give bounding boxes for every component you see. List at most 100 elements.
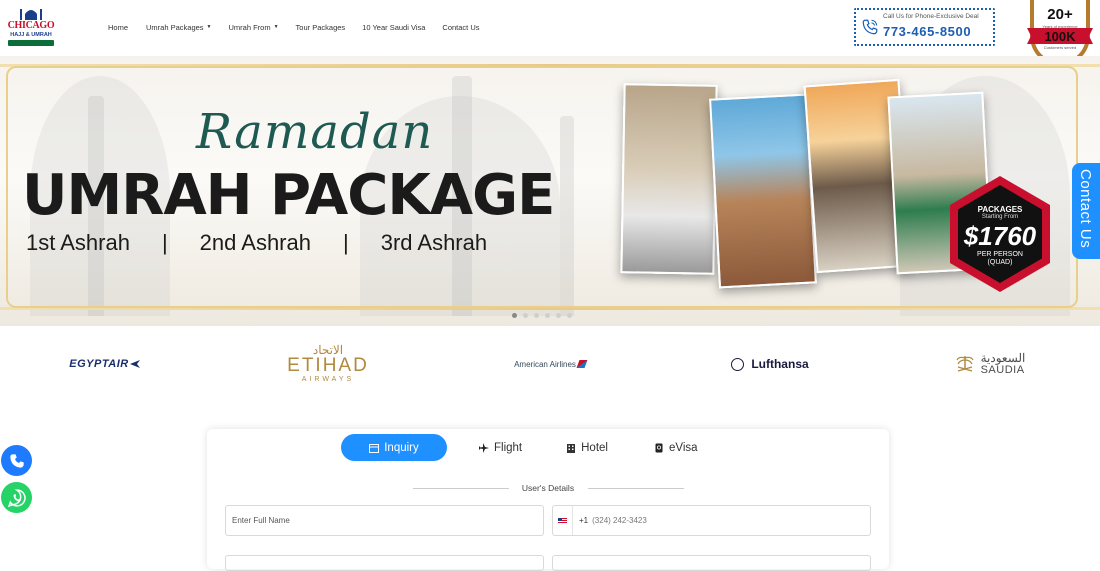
tab-evisa-label: eVisa (668, 441, 698, 454)
passport-icon (655, 443, 663, 452)
full-name-placeholder: Enter Full Name (232, 516, 290, 525)
hero-script-title: Ramadan (196, 104, 434, 160)
phone-cta-text: Call Us for Phone-Exclusive Deal (883, 13, 979, 20)
tab-flight[interactable]: Flight (465, 434, 536, 461)
slider-dot[interactable] (512, 313, 517, 318)
ashrah-separator: | (342, 230, 349, 255)
nav-tour-packages[interactable]: Tour Packages (296, 20, 346, 34)
flight-symbol-icon (576, 360, 588, 368)
ashrah-3: 3rd Ashrah (380, 230, 488, 255)
palm-emblem-icon (956, 356, 974, 372)
price-unit-quad: (QUAD) (987, 259, 1013, 266)
nav-saudi-visa-label: 10 Year Saudi Visa (362, 22, 426, 32)
whatsapp-icon (7, 488, 26, 507)
horus-icon (129, 360, 140, 368)
divider-right (588, 488, 684, 489)
nav-umrah-from-label: Umrah From (228, 22, 271, 32)
ashrah-1: 1st Ashrah (26, 230, 130, 255)
slider-dot[interactable] (545, 313, 550, 318)
airline-saudia-text: السعودية SAUDIA (981, 352, 1026, 376)
tab-evisa[interactable]: eVisa (640, 434, 712, 461)
badge-count-sub: Customers served (1043, 45, 1077, 50)
plane-icon (479, 442, 489, 453)
airline-american-name: American Airlines (514, 359, 576, 369)
section-title-users-details: User's Details (521, 483, 575, 493)
slider-dot[interactable] (567, 313, 572, 318)
nav-home-label: Home (108, 22, 129, 32)
caret-down-icon: ▼ (273, 24, 279, 30)
crane-icon (731, 357, 745, 371)
airline-egyptair-logo: EGYPTAIR (60, 336, 150, 392)
airline-etihad-logo: الاتحاد ETIHAD AIRWAYS (280, 336, 376, 392)
slider-dot[interactable] (523, 313, 528, 318)
phone-cta[interactable]: Call Us for Phone-Exclusive Deal 773-465… (854, 8, 995, 46)
nav-umrah-packages-label: Umrah Packages (146, 22, 204, 32)
floating-call-button[interactable] (1, 445, 32, 476)
ashrah-separator: | (161, 230, 168, 255)
airline-saudia-arabic: السعودية (980, 351, 1026, 365)
price-label: PACKAGES (977, 205, 1023, 214)
price-value: $1760 (963, 221, 1037, 251)
photo-haram-interior (620, 83, 718, 275)
airline-saudia-logo: السعودية SAUDIA (945, 336, 1035, 392)
floating-whatsapp-button[interactable] (1, 482, 32, 513)
contact-us-side-tab-label: Contact Us (1077, 169, 1094, 249)
building-icon (567, 443, 576, 453)
airline-etihad-name: ETIHAD (287, 355, 369, 376)
photo-clock-tower (709, 93, 817, 289)
ashrah-2: 2nd Ashrah (199, 230, 311, 255)
airline-saudia-name: SAUDIA (980, 364, 1025, 376)
inquiry-card: Inquiry Flight Hotel eVisa User's Detail… (207, 429, 889, 571)
logo-line2: HAJJ & UMRAH (10, 32, 52, 38)
form-field-next[interactable] (225, 555, 544, 571)
airline-partners: EGYPTAIR الاتحاد ETIHAD AIRWAYS American… (0, 336, 1100, 392)
logo-line1: CHICAGO (7, 20, 55, 31)
phone-dial-code: +1 (579, 516, 589, 525)
price-badge: PACKAGES Starting From $1760 PER PERSON … (950, 176, 1050, 296)
nav-contact-us-label: Contact Us (442, 22, 480, 32)
nav-contact-us[interactable]: Contact Us (442, 20, 479, 34)
nav-umrah-packages[interactable]: Umrah Packages ▼ (146, 20, 211, 34)
main-nav: Home Umrah Packages ▼ Umrah From ▼ Tour Pa… (108, 20, 480, 34)
form-field-next[interactable] (552, 555, 871, 571)
badge-years: 20+ (1047, 6, 1073, 23)
price-unit: PER PERSON (977, 251, 1023, 258)
phone-icon (9, 453, 24, 468)
hero-banner[interactable]: Ramadan UMRAH PACKAGE 1st Ashrah | 2nd A… (0, 56, 1100, 326)
airline-lufthansa-logo: Lufthansa (725, 336, 815, 392)
nav-home[interactable]: Home (108, 20, 128, 34)
site-logo[interactable]: CHICAGO HAJJ & UMRAH (6, 6, 56, 48)
nav-saudi-visa[interactable]: 10 Year Saudi Visa (362, 20, 425, 34)
service-tabs: Inquiry Flight Hotel eVisa (341, 434, 712, 461)
tab-hotel-label: Hotel (581, 441, 608, 454)
hero-ashrah-row: 1st Ashrah | 2nd Ashrah | 3rd Ashrah (26, 230, 487, 256)
full-name-field[interactable]: Enter Full Name (225, 505, 544, 536)
tab-inquiry[interactable]: Inquiry (341, 434, 447, 461)
logo-arabic-strip (8, 40, 54, 46)
phone-placeholder: (324) 242-3423 (592, 516, 647, 525)
slider-dot[interactable] (556, 313, 561, 318)
phone-number: 773-465-8500 (883, 24, 972, 39)
phone-field[interactable]: +1 (324) 242-3423 (552, 505, 871, 536)
tab-hotel[interactable]: Hotel (552, 434, 622, 461)
contact-us-side-tab[interactable]: Contact Us (1072, 163, 1100, 259)
slider-dots (512, 313, 572, 318)
mosque-icon (20, 9, 42, 20)
site-header: CHICAGO HAJJ & UMRAH Home Umrah Packages… (0, 0, 1100, 66)
tab-flight-label: Flight (494, 441, 523, 454)
airline-lufthansa-name: Lufthansa (751, 357, 809, 371)
us-flag-icon (558, 517, 567, 524)
phone-icon (862, 19, 878, 35)
airline-etihad-sub: AIRWAYS (301, 376, 355, 383)
price-sub: Starting From (981, 214, 1019, 220)
badge-count: 100K (1044, 29, 1076, 44)
slider-dot[interactable] (534, 313, 539, 318)
airline-egyptair-name: EGYPTAIR (69, 358, 129, 370)
hero-headline: UMRAH PACKAGE (22, 163, 555, 228)
calendar-icon (369, 443, 380, 453)
caret-down-icon: ▼ (206, 24, 212, 30)
nav-umrah-from[interactable]: Umrah From ▼ (229, 20, 279, 34)
tab-inquiry-label: Inquiry (384, 441, 419, 454)
nav-tour-packages-label: Tour Packages (295, 22, 346, 32)
country-code-selector[interactable] (553, 506, 573, 535)
